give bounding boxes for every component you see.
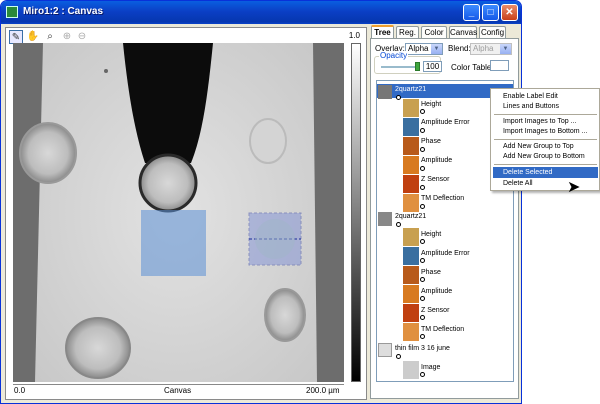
height-thumbnail [403,228,419,246]
amplitude-thumbnail [403,156,419,174]
overlay-select-value: Alpha [408,44,429,53]
canvas-panel: ✎ ✋ ⌕ ⊕ ⊖ 1.0 0.0 Canvas 200.0 µm [5,27,367,400]
visibility-icon[interactable] [420,296,425,301]
z-sensor-thumbnail [403,175,419,193]
tree-item[interactable]: Amplitude Error [421,250,470,257]
opacity-input[interactable]: 100 [423,61,442,72]
phase-thumbnail [403,137,419,155]
tab-tree[interactable]: Tree [371,25,394,39]
tab-config[interactable]: Config [479,26,506,38]
tree-item[interactable]: Height [421,231,441,238]
tab-reg[interactable]: Reg. [396,26,419,38]
zoom-in-icon[interactable]: ⊕ [60,30,74,44]
menu-item-delete-selected[interactable]: Delete Selected [493,167,598,178]
visibility-icon[interactable] [420,239,425,244]
chevron-down-icon: ▼ [500,44,511,54]
visibility-icon[interactable] [420,166,425,171]
tab-canvas[interactable]: Canvas [449,26,477,38]
visibility-icon[interactable] [420,147,425,152]
zoom-icon[interactable]: ⌕ [43,30,57,44]
pencil-icon[interactable]: ✎ [9,30,23,44]
menu-separator [494,114,597,115]
color-table-swatch[interactable] [490,60,509,71]
menu-separator [494,139,597,140]
maximize-button[interactable]: □ [482,4,499,21]
tree-item[interactable]: Image [421,364,440,371]
group-thumbnail [378,343,392,357]
tree-group-label[interactable]: 2quartz21 [395,86,426,93]
minimize-button[interactable]: _ [463,4,480,21]
overlay-select[interactable]: Alpha ▼ [405,43,443,55]
visibility-icon[interactable] [396,222,401,227]
tree-item[interactable]: TM Deflection [421,195,464,202]
image-thumbnail [403,361,419,379]
menu-item-lines-and-buttons[interactable]: Lines and Buttons [493,101,598,112]
color-table-label: Color Table: [451,63,494,72]
window-title: Miro1:2 : Canvas [23,6,104,17]
opacity-slider-track [381,66,419,68]
opacity-label: Opacity [379,51,409,60]
amplitude-thumbnail [403,285,419,303]
tab-color[interactable]: Color [421,26,447,38]
tree-item[interactable]: Phase [421,138,441,145]
visibility-icon[interactable] [396,354,401,359]
x-axis-start: 0.0 [14,386,26,395]
overlay-image-1 [141,210,206,276]
menu-item-add-group-bottom[interactable]: Add New Group to Bottom [493,151,598,162]
canvas-window: Miro1:2 : Canvas _ □ ✕ ✎ ✋ ⌕ ⊕ ⊖ 1.0 0.0… [0,0,522,404]
tree-item[interactable]: Height [421,101,441,108]
amplitude-error-thumbnail [403,247,419,265]
tree-context-menu: Enable Label Edit Lines and Buttons Impo… [490,88,600,191]
tree-item[interactable]: Amplitude [421,288,452,295]
tree-group-label[interactable]: thin film 3 16 june [395,345,450,352]
visibility-icon[interactable] [420,109,425,114]
colorbar-max-label: 1.0 [348,31,360,40]
afm-image [19,43,317,382]
tree-item[interactable]: TM Deflection [421,326,464,333]
phase-thumbnail [403,266,419,284]
side-panel: Tree Reg. Color Canvas Config Overlay: A… [370,25,519,401]
visibility-icon[interactable] [420,277,425,282]
close-button[interactable]: ✕ [501,4,518,21]
visibility-icon[interactable] [420,128,425,133]
visibility-icon[interactable] [420,315,425,320]
blend-select-value: Alpha [473,44,494,53]
canvas-image[interactable] [13,43,344,382]
menu-item-delete-all[interactable]: Delete All [493,178,598,189]
x-axis-end: 200.0 µm [306,386,340,395]
visibility-icon[interactable] [420,185,425,190]
tm-deflection-thumbnail [403,194,419,212]
blend-select[interactable]: Alpha ▼ [470,43,512,55]
tree-item[interactable]: Phase [421,269,441,276]
menu-separator [494,164,597,165]
x-axis-label: Canvas [164,386,192,395]
mouse-pointer-icon: ➤ [567,179,581,196]
z-sensor-thumbnail [403,304,419,322]
tree-item[interactable]: Amplitude Error [421,119,470,126]
height-thumbnail [403,99,419,117]
opacity-slider-knob[interactable] [415,62,420,71]
chevron-down-icon: ▼ [431,44,442,54]
hand-icon[interactable]: ✋ [26,30,40,44]
visibility-icon[interactable] [420,372,425,377]
visibility-icon[interactable] [420,258,425,263]
visibility-icon[interactable] [420,204,425,209]
tree-item[interactable]: Amplitude [421,157,452,164]
amplitude-error-thumbnail [403,118,419,136]
x-axis-line [13,384,344,385]
visibility-icon[interactable] [396,95,401,100]
blend-label: Blend: [448,44,471,53]
menu-item-import-images-bottom[interactable]: Import Images to Bottom ... [493,126,598,137]
visibility-icon[interactable] [420,334,425,339]
group-thumbnail [378,85,392,99]
group-thumbnail [378,212,392,226]
title-bar[interactable]: Miro1:2 : Canvas _ □ ✕ [1,1,521,24]
tree-item[interactable]: Z Sensor [421,307,449,314]
tree-item[interactable]: Z Sensor [421,176,449,183]
tree-group-label[interactable]: 2quartz21 [395,213,426,220]
tm-deflection-thumbnail [403,323,419,341]
app-icon [6,6,18,18]
colorbar [351,43,361,382]
zoom-out-icon[interactable]: ⊖ [75,30,89,44]
